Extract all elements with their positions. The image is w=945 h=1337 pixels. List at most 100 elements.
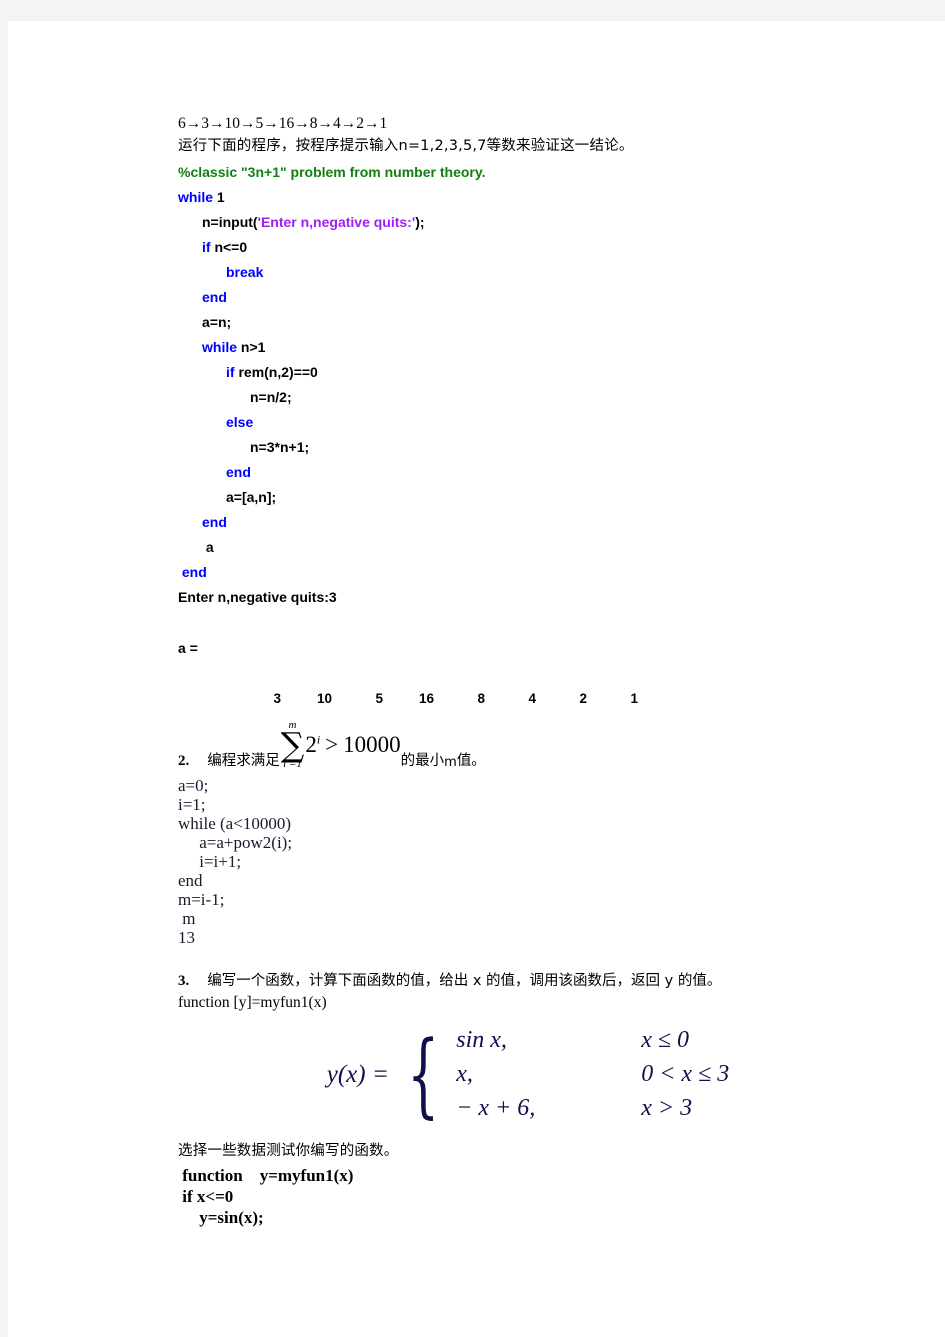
- code-line: m=i-1;: [178, 890, 225, 910]
- code-line: a=n;: [178, 310, 878, 335]
- code-token-kw: end: [226, 464, 251, 480]
- code-token-plain: rem(n,2)==0: [238, 364, 318, 380]
- problem-3-signature: function [y]=myfun1(x): [178, 994, 327, 1012]
- code-line: %classic "3n+1" problem from number theo…: [178, 160, 878, 185]
- piecewise-equals: =: [373, 1060, 388, 1088]
- result-value: 10: [316, 691, 332, 706]
- code-token-kw: end: [202, 514, 227, 530]
- code-token-kw: if: [226, 364, 239, 380]
- result-value: 1: [630, 691, 638, 706]
- code-line: end: [178, 460, 878, 485]
- code-line: if x<=0: [178, 1186, 234, 1206]
- code-line: i=i+1;: [178, 852, 242, 872]
- problem-2-text-after-a: 的最小: [400, 753, 445, 770]
- piecewise-condition: x > 3: [641, 1095, 693, 1122]
- summation-term-exponent: i: [316, 732, 321, 747]
- problem-3-number: 3.: [178, 973, 190, 990]
- console-result-values: 3 10 5 16 8 4 2 1: [178, 691, 878, 706]
- code-token-cmt: %classic "3n+1" problem from number theo…: [178, 164, 486, 180]
- code-line: a: [178, 535, 878, 560]
- code-token-kw: break: [226, 264, 264, 280]
- code-line: y=sin(x);: [178, 1207, 264, 1227]
- code-token-plain: a=n;: [202, 314, 232, 330]
- piecewise-row: x, 0 < x ≤ 3: [456, 1062, 729, 1087]
- piecewise-row: − x + 6, x > 3: [456, 1096, 729, 1121]
- console-prompt-line: Enter n,negative quits:3: [178, 589, 337, 605]
- sigma-lower-limit: i =1: [283, 758, 302, 771]
- code-line: a=[a,n];: [178, 485, 878, 510]
- code-line: a=a+pow2(i);: [178, 833, 293, 853]
- console-result-label: a =: [178, 640, 198, 656]
- sigma-group: m ∑ i =1: [281, 720, 305, 770]
- problem-2-number: 2.: [178, 753, 190, 770]
- code-line: m: [178, 909, 196, 929]
- piecewise-brace-icon: {: [406, 1020, 440, 1128]
- result-value: 5: [375, 691, 383, 706]
- document-content: 6→3→10→5→16→8→4→2→1 运行下面的程序，按程序提示输入n=1,2…: [178, 113, 878, 1228]
- code-line: while n>1: [178, 335, 878, 360]
- console-spacer: [178, 610, 878, 636]
- code-line: n=3*n+1;: [178, 435, 878, 460]
- code-line: i=1;: [178, 795, 206, 815]
- problem-3-heading: 3. 编写一个函数，计算下面函数的值，给出 x 的值，调用该函数后，返回 y 的…: [178, 969, 878, 990]
- code-line: while 1: [178, 185, 878, 210]
- result-value: 2: [579, 691, 587, 706]
- relation-operator: >: [325, 732, 339, 758]
- piecewise-wrap: y(x) = { sin x, x ≤ 0 x, 0 < x ≤ 3 − x + 6, x…: [326, 1020, 730, 1128]
- piecewise-function: y(x) = { sin x, x ≤ 0 x, 0 < x ≤ 3 − x + 6, x…: [178, 1020, 878, 1128]
- code-line: n=input('Enter n,negative quits:');: [178, 210, 878, 235]
- code-token-plain: );: [415, 214, 425, 230]
- sequence-line: 6→3→10→5→16→8→4→2→1: [178, 115, 388, 132]
- code-line: end: [178, 510, 878, 535]
- summation-formula: m ∑ i =1 2i > 10000: [280, 720, 401, 770]
- problem-3-text: 编写一个函数，计算下面函数的值，给出 x 的值，调用该函数后，返回 y 的值。: [207, 973, 722, 990]
- code-line: end: [178, 285, 878, 310]
- code-line: break: [178, 260, 878, 285]
- result-value: 4: [528, 691, 536, 706]
- code-token-plain: n=3*n+1;: [250, 439, 310, 455]
- code-token-plain: n<=0: [214, 239, 248, 255]
- sigma-symbol: ∑: [280, 725, 305, 764]
- code-line: else: [178, 410, 878, 435]
- result-value: 16: [418, 691, 434, 706]
- code-line: function y=myfun1(x): [178, 1165, 354, 1185]
- code-token-kw: end: [202, 289, 227, 305]
- code-line: end: [178, 871, 203, 891]
- code-token-kw: while: [202, 339, 241, 355]
- instruction-line: 运行下面的程序，按程序提示输入n=1,2,3,5,7等数来验证这一结论。: [178, 138, 634, 154]
- document-page: 6→3→10→5→16→8→4→2→1 运行下面的程序，按程序提示输入n=1,2…: [8, 21, 945, 1337]
- problem-3-test-note: 选择一些数据测试你编写的函数。: [178, 1142, 399, 1159]
- code-token-plain: 1: [216, 189, 225, 205]
- summation-term: 2i: [305, 732, 321, 758]
- code-token-kw: if: [202, 239, 215, 255]
- problem-2-heading: 2. 编程求满足 m ∑ i =1 2i > 10000 的最小 m 值。: [178, 720, 878, 771]
- code-line: while (a<10000): [178, 814, 291, 834]
- code-token-plain: n=n/2;: [250, 389, 292, 405]
- piecewise-expression: sin x,: [456, 1027, 507, 1054]
- code-token-kw: end: [178, 564, 207, 580]
- code-token-kw: while: [178, 189, 217, 205]
- problem-2-text-after-b: 值。: [456, 753, 486, 770]
- code-token-plain: n>1: [240, 339, 266, 355]
- code-token-plain: a=[a,n];: [226, 489, 277, 505]
- code-token-str: 'Enter n,negative quits:': [257, 214, 416, 230]
- code-line: if n<=0: [178, 235, 878, 260]
- problem-2-variable: m: [444, 755, 457, 771]
- piecewise-expression: x,: [456, 1061, 473, 1088]
- code-line: if rem(n,2)==0: [178, 360, 878, 385]
- code-line: end: [178, 560, 878, 585]
- result-value: 3: [273, 691, 281, 706]
- piecewise-expression: − x + 6,: [456, 1095, 536, 1122]
- console-spacer-2: [178, 661, 878, 687]
- piecewise-rows: sin x, x ≤ 0 x, 0 < x ≤ 3 − x + 6, x > 3: [456, 1027, 729, 1122]
- matlab-program-1: %classic "3n+1" problem from number theo…: [178, 160, 878, 585]
- problem-2-code: a=0; i=1; while (a<10000) a=a+pow2(i); i=i…: [178, 776, 878, 928]
- code-line: a=0;: [178, 776, 209, 796]
- piecewise-condition: x ≤ 0: [641, 1027, 690, 1054]
- problem-2-output: 13: [178, 928, 195, 948]
- code-token-plain: a: [202, 539, 214, 555]
- piecewise-lhs: y(x): [326, 1060, 366, 1088]
- code-token-kw: else: [226, 414, 254, 430]
- code-line: n=n/2;: [178, 385, 878, 410]
- piecewise-row: sin x, x ≤ 0: [456, 1027, 729, 1054]
